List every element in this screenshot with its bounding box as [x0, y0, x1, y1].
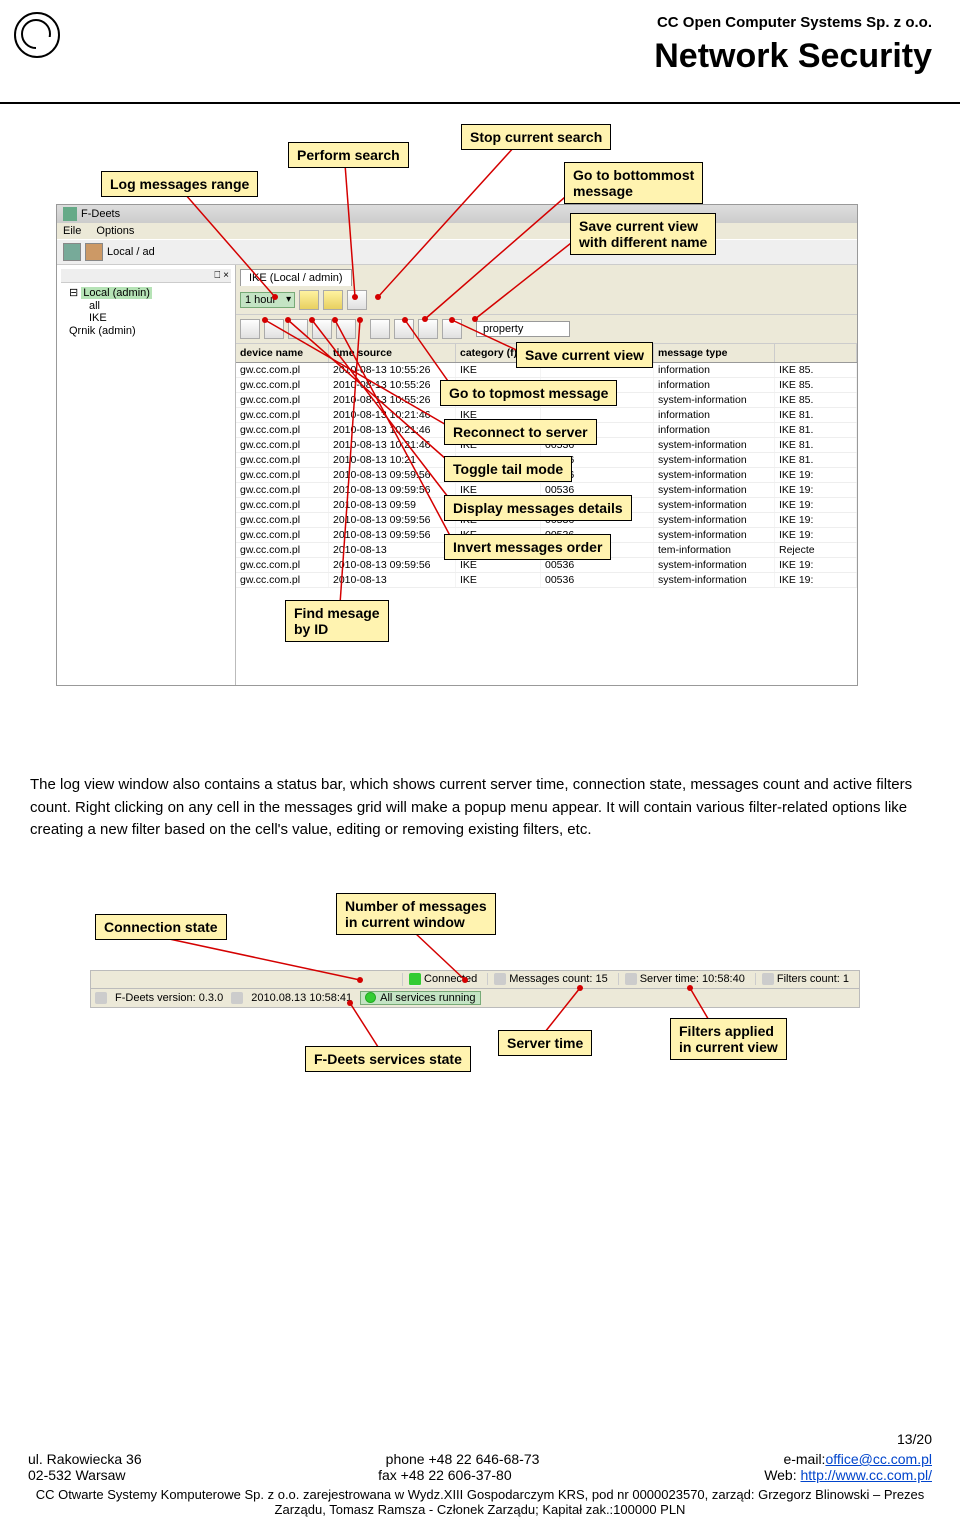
status-filters: Filters count: 1: [755, 973, 855, 985]
property-field[interactable]: property: [476, 321, 570, 337]
callout-stop-search: Stop current search: [461, 124, 611, 150]
status-servertime: Server time: 10:58:40: [618, 973, 751, 985]
table-row[interactable]: gw.cc.com.pl2010-08-13IKE00536system-inf…: [236, 573, 857, 588]
app-window: F-Deets Eile Options Local / ad ⎕ × ⊟ Lo…: [56, 204, 858, 686]
app-title: F-Deets: [81, 208, 120, 220]
footer-address2: 02-532 Warsaw: [28, 1467, 126, 1483]
search-icon[interactable]: [299, 290, 319, 310]
footer-web: Web: http://www.cc.com.pl/: [764, 1467, 932, 1483]
statusbar-lower: F-Deets version: 0.3.0 2010.08.13 10:58:…: [90, 989, 860, 1008]
footer-phone: phone +48 22 646-68-73: [386, 1451, 540, 1467]
status-services: All services running: [360, 991, 480, 1005]
callout-invert-order: Invert messages order: [444, 534, 611, 560]
app-small-icon: [95, 992, 107, 1004]
figure-statusbar-annotated: Connection state Number of messages in c…: [10, 860, 950, 1150]
callout-filters-applied: Filters applied in current view: [670, 1018, 787, 1060]
page-title: Network Security: [24, 37, 932, 76]
cc-logo-icon: [14, 12, 60, 58]
tab-ike[interactable]: IKE (Local / admin): [240, 269, 352, 286]
menu-options[interactable]: Options: [96, 225, 134, 237]
callout-perform-search: Perform search: [288, 142, 409, 168]
callout-toggle-tail: Toggle tail mode: [444, 456, 572, 482]
footer-email-link[interactable]: office@cc.com.pl: [825, 1451, 932, 1467]
stop-search-icon[interactable]: [323, 290, 343, 310]
reconnect-icon[interactable]: [240, 319, 260, 339]
page-footer: 13/20 ul. Rakowiecka 36 phone +48 22 646…: [0, 1431, 960, 1529]
filter-icon: [762, 973, 774, 985]
callout-server-time: Server time: [498, 1030, 592, 1056]
footer-address1: ul. Rakowiecka 36: [28, 1451, 142, 1467]
count-icon: [494, 973, 506, 985]
callout-go-top: Go to topmost message: [440, 380, 617, 406]
statusbar-upper: Connected Messages count: 15 Server time…: [90, 970, 860, 989]
toggle-tail-icon[interactable]: [264, 319, 284, 339]
app-menubar: Eile Options: [57, 223, 857, 239]
breadcrumb: Local / ad: [107, 246, 155, 258]
toolbar-icon-2[interactable]: [85, 243, 103, 261]
main-toolbar-1: 1 hour: [236, 286, 857, 315]
sidebar-header: ⎕ ×: [61, 269, 231, 283]
footer-legal: CC Otwarte Systemy Komputerowe Sp. z o.o…: [0, 1483, 960, 1529]
tree-root[interactable]: ⊟ Local (admin): [61, 285, 231, 300]
go-bottom-icon[interactable]: [394, 319, 414, 339]
callout-find-by-id: Find mesage by ID: [285, 600, 389, 642]
find-by-id-icon[interactable]: [336, 319, 356, 339]
footer-web-link[interactable]: http://www.cc.com.pl/: [801, 1467, 932, 1483]
footer-fax: fax +48 22 606-37-80: [378, 1467, 512, 1483]
footer-email: e-mail:office@cc.com.pl: [783, 1451, 932, 1467]
callout-save-current: Save current view: [516, 342, 653, 368]
status-version: F-Deets version: 0.3.0: [115, 992, 223, 1004]
tree-child-ike[interactable]: IKE: [61, 312, 231, 324]
ok-dot-icon: [365, 992, 376, 1003]
toolbar-icon-1[interactable]: [63, 243, 81, 261]
tree-child-all[interactable]: all: [61, 300, 231, 312]
connected-icon: [409, 973, 421, 986]
status-msgcount: Messages count: 15: [487, 973, 613, 985]
status-connected: Connected: [402, 973, 483, 986]
callout-save-diff: Save current view with different name: [570, 213, 716, 255]
page-number: 13/20: [0, 1431, 960, 1451]
clock-icon: [625, 973, 637, 985]
invert-order-icon[interactable]: [312, 319, 332, 339]
page-header: CC Open Computer Systems Sp. z o.o. Netw…: [0, 0, 960, 104]
status-timestamp: 2010.08.13 10:58:41: [251, 992, 352, 1004]
body-paragraph: The log view window also contains a stat…: [30, 774, 920, 842]
time-icon: [231, 992, 243, 1004]
callout-reconnect: Reconnect to server: [444, 419, 597, 445]
callout-services-state: F-Deets services state: [305, 1046, 471, 1072]
callout-connection-state: Connection state: [95, 914, 227, 940]
go-top-icon[interactable]: [370, 319, 390, 339]
figure-toolbar-annotated: Log messages range Perform search Stop c…: [10, 124, 950, 744]
app-titlebar: F-Deets: [57, 205, 857, 223]
statusbar-window: Connected Messages count: 15 Server time…: [90, 970, 860, 1008]
sidebar-tree: ⎕ × ⊟ Local (admin) all IKE Qrnik (admin…: [57, 265, 236, 685]
app-top-toolbar: Local / ad: [57, 239, 857, 265]
col-time[interactable]: time source: [329, 344, 456, 362]
company-name: CC Open Computer Systems Sp. z o.o.: [24, 14, 932, 31]
table-row[interactable]: gw.cc.com.pl2010-08-13 09:59:56IKE00536s…: [236, 558, 857, 573]
main-toolbar-2: property: [236, 315, 857, 344]
callout-log-range: Log messages range: [101, 171, 258, 197]
callout-num-messages: Number of messages in current window: [336, 893, 496, 935]
col-device[interactable]: device name: [236, 344, 329, 362]
save-view-icon[interactable]: [418, 319, 438, 339]
tabbar: IKE (Local / admin): [236, 265, 857, 286]
menu-file[interactable]: Eile: [63, 225, 81, 237]
log-range-select[interactable]: 1 hour: [240, 292, 295, 308]
save-as-icon[interactable]: [442, 319, 462, 339]
col-msgtype[interactable]: message type: [654, 344, 775, 362]
tree-sibling[interactable]: Qrnik (admin): [61, 324, 231, 338]
callout-go-bottom: Go to bottommost message: [564, 162, 703, 204]
callout-display-details: Display messages details: [444, 495, 632, 521]
refresh-icon[interactable]: [347, 290, 367, 310]
app-icon: [63, 207, 77, 221]
details-icon[interactable]: [288, 319, 308, 339]
col-ext[interactable]: [775, 344, 857, 362]
